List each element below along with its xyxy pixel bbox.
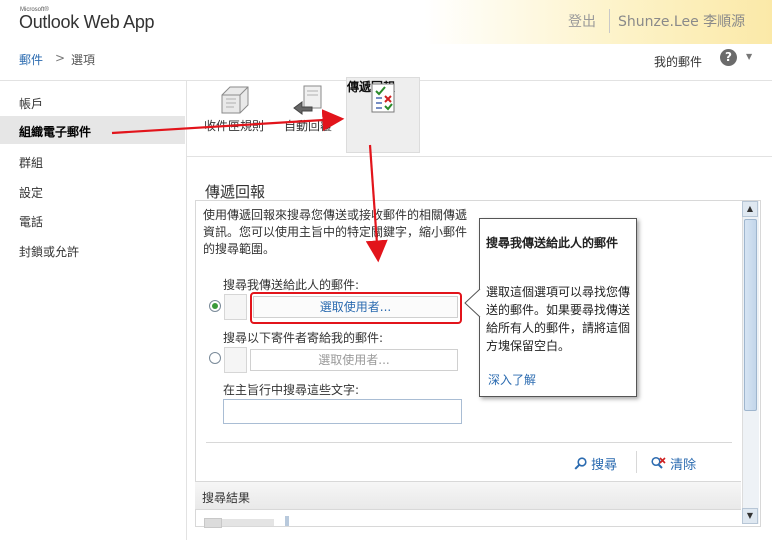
annotation-arrow-to-picker <box>365 144 388 263</box>
annotation-arrows <box>111 109 388 263</box>
annotation-arrow-to-toolbar <box>111 109 345 135</box>
